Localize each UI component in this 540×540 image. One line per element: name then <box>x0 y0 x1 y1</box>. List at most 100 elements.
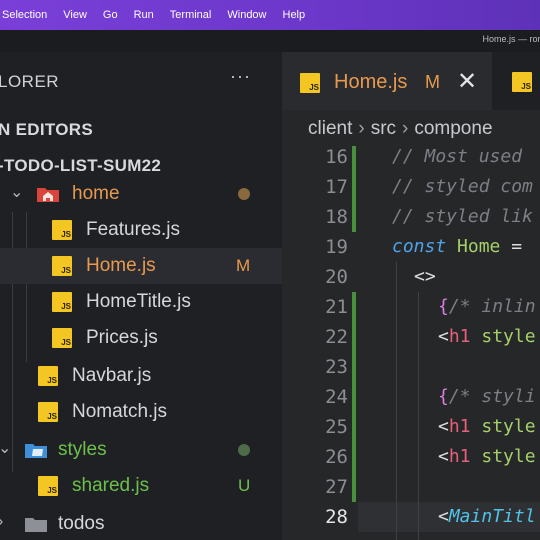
tree-item-prices-js[interactable]: JS Prices.js <box>0 320 282 356</box>
menu-selection[interactable]: Selection <box>0 9 55 21</box>
code-comment: /* inlin <box>448 296 536 317</box>
line-number: 23 <box>325 356 348 378</box>
code-line[interactable]: // Most used <box>392 146 522 167</box>
chevron-down-icon: ⌄ <box>10 184 24 201</box>
line-number: 25 <box>325 416 348 438</box>
tree-item-label: Prices.js <box>86 327 158 348</box>
tab-bar: JS Home.js M ✕ JS <box>282 52 540 110</box>
code-attr: style <box>481 446 536 467</box>
breadcrumb-item[interactable]: client <box>308 118 352 139</box>
breadcrumb-item[interactable]: compone <box>414 118 492 139</box>
open-editors-header[interactable]: N EDITORS <box>0 120 93 140</box>
code-identifier: Home <box>457 236 501 257</box>
tree-item-features-js[interactable]: JS Features.js <box>0 212 282 248</box>
code-line[interactable]: {/* styli <box>438 386 536 407</box>
code-operator: = <box>511 236 523 257</box>
code-line[interactable]: <MainTitl <box>438 506 536 527</box>
js-file-icon: JS <box>38 402 58 422</box>
window-title: Home.js — ror-t <box>482 34 540 44</box>
code-line[interactable]: {/* inlin <box>438 296 536 317</box>
js-file-icon: JS <box>52 292 72 312</box>
chevron-down-icon: ⌄ <box>0 440 12 457</box>
tab-second[interactable]: JS <box>492 52 540 110</box>
window-title-bar: Home.js — ror-t <box>0 30 540 52</box>
menu-go[interactable]: Go <box>95 9 126 21</box>
tree-item-todos[interactable]: › todos <box>0 506 282 540</box>
js-file-icon: JS <box>52 256 72 276</box>
breadcrumb-item[interactable]: src <box>371 118 396 139</box>
menu-view[interactable]: View <box>55 9 95 21</box>
tab-label: Home.js <box>334 71 408 93</box>
js-file-icon: JS <box>38 476 58 496</box>
tree-item-label: Navbar.js <box>72 365 152 386</box>
menu-window[interactable]: Window <box>219 9 274 21</box>
tree-item-home[interactable]: ⌄ home <box>0 176 282 212</box>
modified-dot <box>238 188 250 200</box>
explorer-title: LORER <box>0 72 60 91</box>
git-untracked-badge: U <box>238 476 251 495</box>
menu-help[interactable]: Help <box>275 9 314 21</box>
code-line[interactable]: <h1 style <box>438 326 536 347</box>
line-number: 24 <box>325 386 348 408</box>
tree-item-label: Nomatch.js <box>72 401 168 422</box>
tree-item-label: styles <box>58 439 107 460</box>
tree-item-shared-js[interactable]: JS shared.js U <box>0 468 282 504</box>
js-file-icon: JS <box>300 73 320 93</box>
line-number: 22 <box>325 326 348 348</box>
tree-item-hometitle-js[interactable]: JS HomeTitle.js <box>0 284 282 320</box>
code-angle: < <box>438 416 449 437</box>
code-line[interactable]: <h1 style <box>438 446 536 467</box>
tree-item-navbar-js[interactable]: JS Navbar.js <box>0 358 282 394</box>
code-comment: /* styli <box>448 386 536 407</box>
tree-item-label: todos <box>58 513 105 534</box>
line-number: 18 <box>325 206 348 228</box>
js-file-icon: JS <box>52 220 72 240</box>
menu-terminal[interactable]: Terminal <box>162 9 220 21</box>
tab-home-js[interactable]: JS Home.js M ✕ <box>282 52 492 110</box>
line-number: 27 <box>325 476 348 498</box>
tree-item-nomatch-js[interactable]: JS Nomatch.js <box>0 394 282 430</box>
line-number-current: 28 <box>325 506 348 528</box>
git-added-marker <box>352 292 356 382</box>
git-modified-badge: M <box>236 256 251 275</box>
tree-item-home-js[interactable]: JS Home.js M <box>0 248 282 284</box>
line-number: 20 <box>325 266 348 288</box>
code-line[interactable]: // styled com <box>392 176 533 197</box>
chevron-right-icon: › <box>402 118 409 139</box>
indent-guide <box>396 262 397 540</box>
code-line[interactable]: const Home = <box>392 236 522 257</box>
close-icon[interactable]: ✕ <box>457 67 477 96</box>
code-bracket: { <box>438 296 449 317</box>
styles-folder-icon <box>25 444 47 458</box>
code-bracket: { <box>438 386 449 407</box>
git-added-marker <box>352 382 356 502</box>
explorer-sidebar: LORER ··· N EDITORS -TODO-LIST-SUM22 ⌄ h… <box>0 52 282 540</box>
tree-item-label: home <box>72 183 120 204</box>
breadcrumb: client › src › compone <box>308 118 493 140</box>
folder-icon <box>25 518 47 532</box>
home-folder-icon <box>37 188 59 202</box>
code-line[interactable]: <h1 style <box>438 416 536 437</box>
code-attr: style <box>481 416 536 437</box>
tree-item-label: HomeTitle.js <box>86 291 191 312</box>
project-folder-header[interactable]: -TODO-LIST-SUM22 <box>0 156 161 176</box>
code-keyword: const <box>392 236 447 257</box>
tree-item-label: shared.js <box>72 475 150 496</box>
js-file-icon: JS <box>38 366 58 386</box>
code-attr: style <box>481 326 536 347</box>
line-number: 21 <box>325 296 348 318</box>
code-line[interactable]: // styled lik <box>392 206 533 227</box>
chevron-right-icon: › <box>358 118 365 139</box>
line-number: 19 <box>325 236 348 258</box>
code-angle: < <box>438 506 449 527</box>
tree-item-styles[interactable]: ⌄ styles <box>0 432 282 468</box>
menu-run[interactable]: Run <box>126 9 162 21</box>
chevron-right-icon: › <box>0 514 12 530</box>
line-number: 17 <box>325 176 348 198</box>
more-actions-icon[interactable]: ··· <box>230 66 251 87</box>
code-line[interactable]: <> <box>414 266 436 287</box>
tab-modified-badge: M <box>425 72 440 92</box>
git-added-marker <box>352 146 356 232</box>
os-menu-bar: Selection View Go Run Terminal Window He… <box>0 0 540 30</box>
line-number: 16 <box>325 146 348 168</box>
